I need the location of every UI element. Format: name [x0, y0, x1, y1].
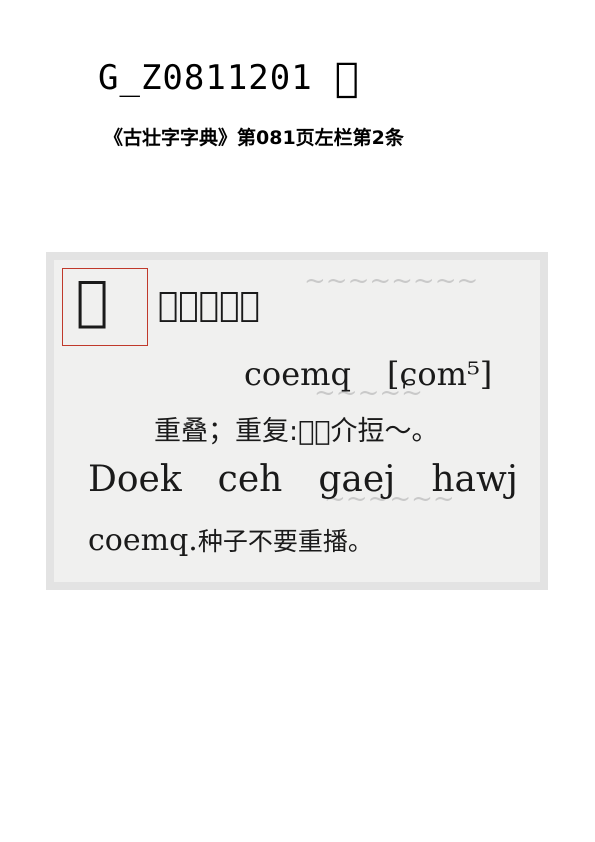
dictionary-scan-image: ~~~~~~~~ ~~~~~ ~~~~~~ 𰨪 （𰨫、𰨬） coemq [ɕom⁵… [46, 252, 548, 590]
example-word: ceh [217, 459, 283, 500]
example-sentence-line2: coemq.种子不要重播。 [88, 526, 373, 556]
entry-character: 𰨪 [334, 55, 360, 101]
example-sentence-line1: Doek ceh gaej hawj [88, 462, 518, 498]
ipa-transcription: [ɕom⁵] [386, 355, 493, 393]
variant-forms: （𰨫、𰨬） [158, 285, 261, 325]
example-word: hawj [431, 459, 518, 500]
example-word: gaej [318, 459, 396, 500]
entry-code-title: G_Z0811201 𰨪 [98, 58, 360, 98]
entry-code: G_Z0811201 [98, 58, 313, 98]
headword: 𰨪 [76, 269, 109, 332]
romanization: coemq [244, 355, 351, 393]
example-translation: 种子不要重播。 [197, 527, 373, 556]
pronunciation: coemq [ɕom⁵] [244, 358, 492, 390]
example-word: coemq. [88, 523, 198, 558]
example-word: Doek [88, 459, 182, 500]
source-citation: 《古壮字字典》第081页左栏第2条 [104, 127, 404, 149]
definition: 重叠；重复:𫀂𬾐介𢭃～。 [154, 416, 439, 447]
bleed-through-text: ~~~~~~~~ [304, 266, 479, 296]
